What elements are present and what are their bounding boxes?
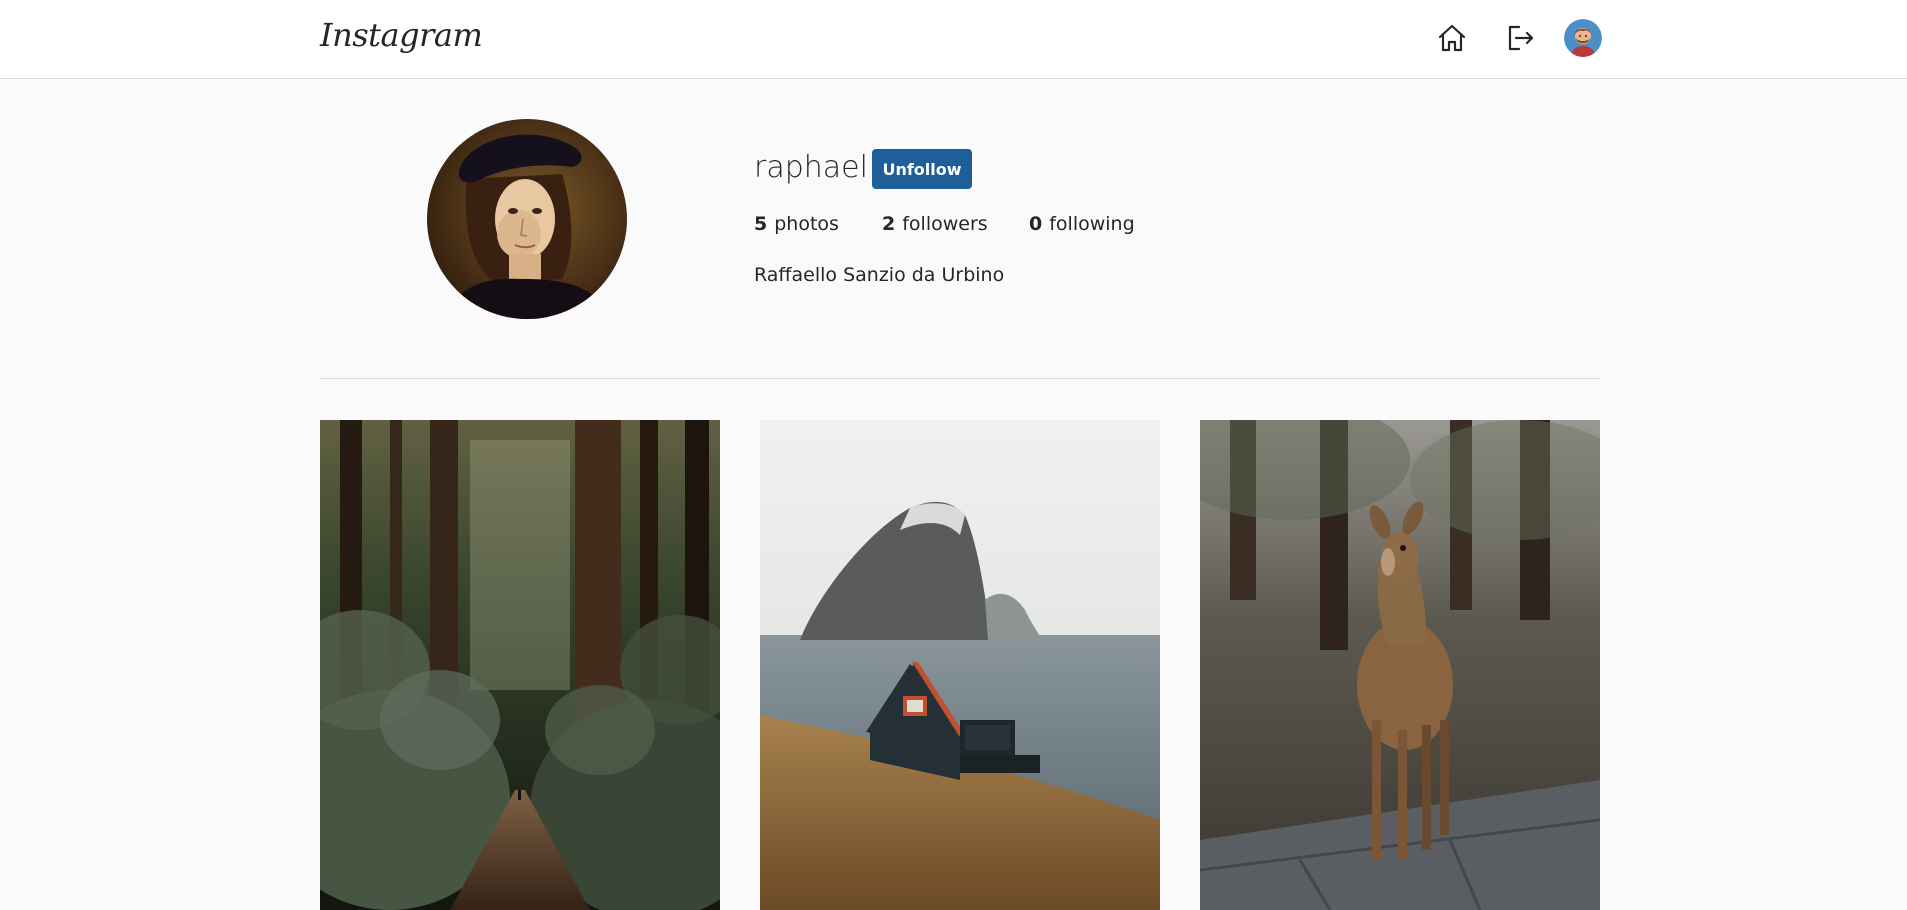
user-avatar[interactable]: [1564, 19, 1602, 57]
photos-label: photos: [774, 213, 839, 235]
followers-label: followers: [902, 213, 988, 235]
logout-icon[interactable]: [1501, 20, 1537, 56]
photos-count: 5: [754, 213, 768, 235]
following-count: 0: [1029, 213, 1043, 235]
stat-followers[interactable]: 2 followers: [882, 213, 1029, 235]
stat-photos: 5 photos: [754, 213, 882, 235]
home-icon[interactable]: [1434, 20, 1470, 56]
profile-stats: 5 photos 2 followers 0 following: [754, 213, 1135, 235]
post-thumbnail-deer[interactable]: [1200, 420, 1600, 910]
section-divider: [320, 378, 1601, 379]
post-thumbnail-cabin[interactable]: [760, 420, 1160, 910]
unfollow-button[interactable]: Unfollow: [872, 149, 972, 189]
top-header: Instagram: [0, 0, 1907, 79]
post-thumbnail-forest[interactable]: [320, 420, 720, 910]
profile-full-name: Raffaello Sanzio da Urbino: [754, 264, 1005, 286]
followers-count: 2: [882, 213, 896, 235]
profile-username: raphael: [754, 150, 868, 185]
following-label: following: [1049, 213, 1135, 235]
stat-following[interactable]: 0 following: [1029, 213, 1135, 235]
instagram-logo[interactable]: Instagram: [320, 16, 483, 54]
profile-photo: [427, 119, 627, 319]
